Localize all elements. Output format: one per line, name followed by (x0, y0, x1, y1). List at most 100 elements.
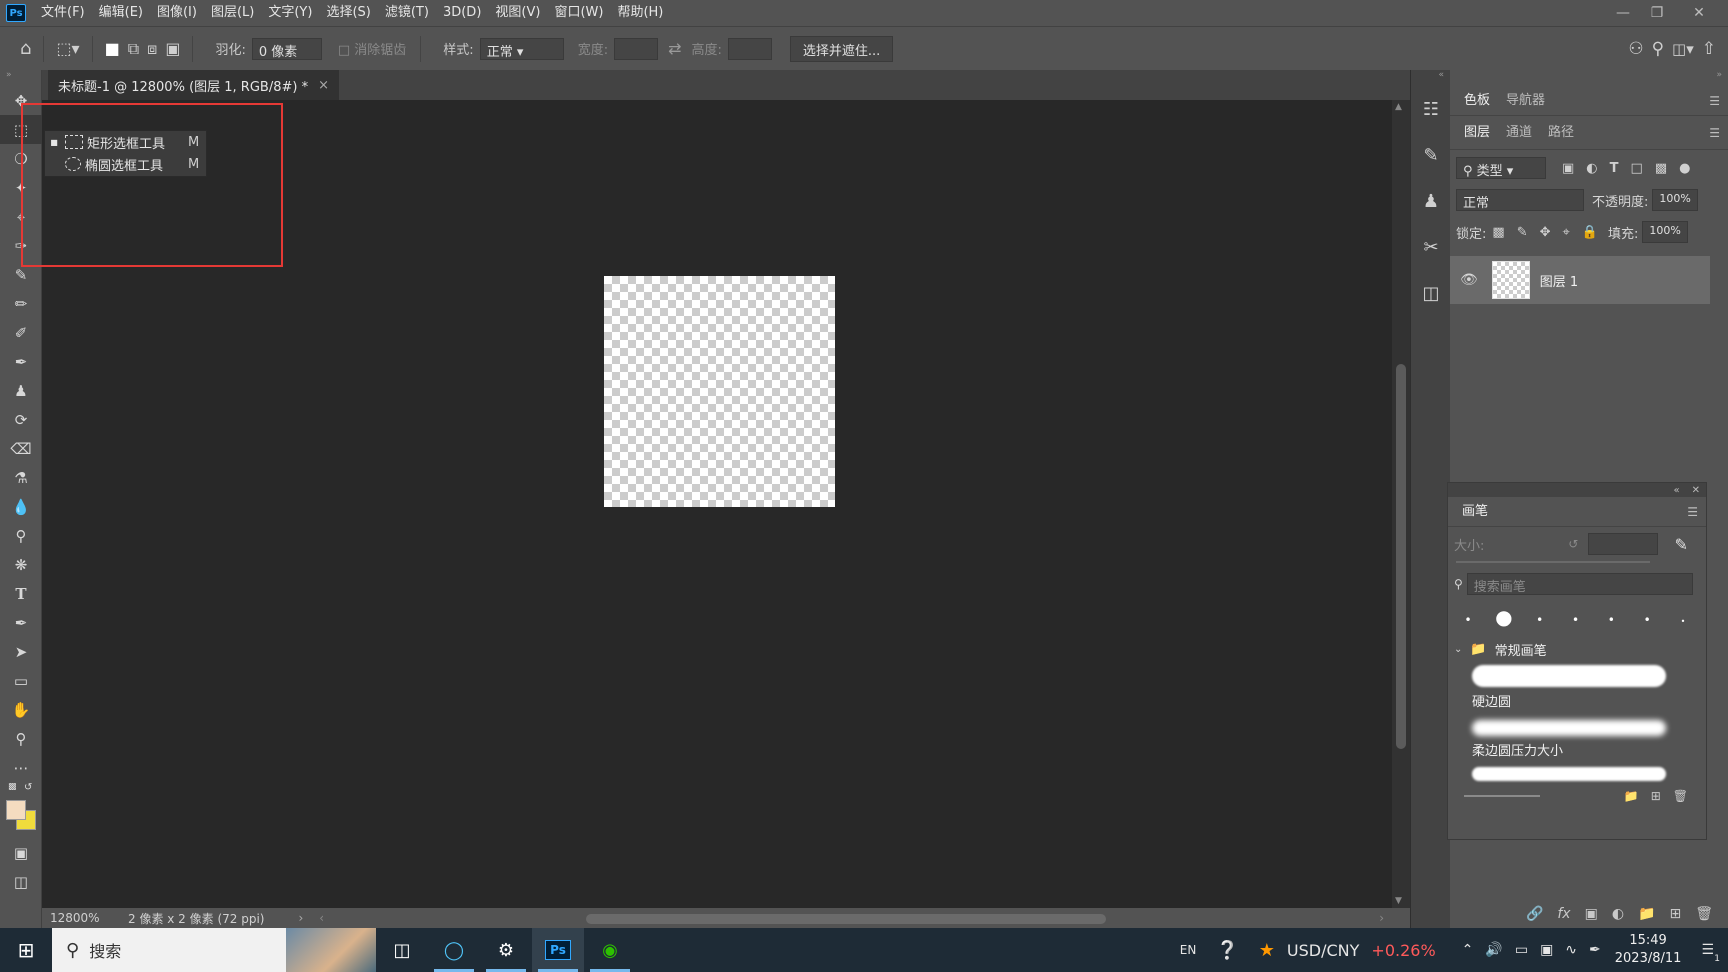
status-arrow-icon[interactable]: › (298, 911, 303, 925)
restore-icon[interactable]: ❐ (1638, 0, 1676, 26)
lock-artboard-icon[interactable]: ⌖ (1563, 225, 1570, 240)
brush-tip-icon[interactable]: • (1634, 606, 1660, 634)
brush-size-slider[interactable] (1456, 561, 1650, 563)
type-tool-icon[interactable]: T (0, 579, 42, 608)
steam-icon[interactable]: ⚙ (480, 928, 532, 972)
add-selection-icon[interactable]: ⧉ (128, 39, 139, 59)
vertical-scroll-thumb[interactable] (1396, 364, 1406, 749)
brush-name[interactable]: 硬边圆 (1472, 691, 1666, 710)
edge-browser-icon[interactable]: ◯ (428, 928, 480, 972)
brush-tip-icon[interactable]: • (1527, 606, 1553, 634)
menu-help[interactable]: 帮助(H) (610, 0, 670, 26)
tab-paths[interactable]: 路径 (1540, 116, 1582, 150)
preview-size-slider[interactable] (1464, 795, 1540, 797)
share-icon[interactable]: ⇧ (1702, 39, 1716, 59)
blur-tool-icon[interactable]: 💧 (0, 492, 42, 521)
layer-filter-select[interactable]: ⚲ 类型 ▾ (1456, 157, 1546, 179)
menu-image[interactable]: 图像(I) (150, 0, 204, 26)
new-selection-icon[interactable]: ■ (105, 39, 120, 58)
layer-row[interactable]: 👁 图层 1 (1450, 256, 1710, 304)
close-window-icon[interactable]: ✕ (1680, 0, 1718, 26)
pixel-filter-icon[interactable]: ▣ (1562, 161, 1574, 176)
subtract-selection-icon[interactable]: ⧈ (147, 39, 157, 59)
dodge-tool-icon[interactable]: ⚲ (0, 521, 42, 550)
photoshop-taskbar-icon[interactable]: Ps (532, 928, 584, 972)
task-view-icon[interactable]: ◫ (376, 928, 428, 972)
shape-filter-icon[interactable]: □ (1631, 161, 1643, 176)
foreground-color-swatch[interactable] (6, 800, 26, 820)
zoom-level[interactable]: 12800% (50, 911, 112, 925)
default-colors-icon[interactable]: ▩ (8, 782, 17, 792)
sponge-tool-icon[interactable]: ❋ (0, 550, 42, 579)
history-brush-tool-icon[interactable]: ✒ (0, 347, 42, 376)
workspace-icon[interactable]: ◫▾ (1672, 40, 1694, 58)
new-group-icon[interactable]: 📁 (1638, 906, 1655, 922)
scroll-left-icon[interactable]: ‹ (319, 911, 324, 925)
opacity-input[interactable]: 100% (1652, 189, 1699, 211)
screen-mode-icon[interactable]: ◫ (0, 867, 42, 896)
horizontal-scroll-thumb[interactable] (586, 914, 1106, 924)
fx-icon[interactable]: fx (1557, 906, 1570, 922)
delete-layer-icon[interactable]: 🗑 (1695, 906, 1713, 922)
close-panel-icon[interactable]: ✕ (1692, 485, 1700, 496)
windows-start-icon[interactable]: ⊞ (0, 928, 52, 972)
collapse-icon[interactable]: « (1673, 485, 1679, 496)
zoom-tool-icon[interactable]: ⚲ (0, 724, 42, 753)
antialias-checkbox-label[interactable]: □ 消除锯齿 (338, 39, 406, 58)
tab-navigator[interactable]: 导航器 (1498, 84, 1553, 118)
chevron-down-icon[interactable]: ⌄ (1454, 644, 1462, 655)
clone-stamp-tool-icon[interactable]: ✐ (0, 318, 42, 347)
new-brush-preset-icon[interactable]: ⊞ (1651, 789, 1661, 803)
menu-window[interactable]: 窗口(W) (547, 0, 610, 26)
menu-file[interactable]: 文件(F) (34, 0, 92, 26)
display-icon[interactable]: ▣ (1540, 942, 1553, 958)
smart-object-filter-icon[interactable]: ▩ (1655, 161, 1667, 176)
blend-mode-select[interactable]: 正常 (1456, 189, 1584, 211)
adjustment-filter-icon[interactable]: ◐ (1586, 161, 1597, 176)
chevron-up-icon[interactable]: ⌃ (1462, 942, 1474, 958)
brush-search-input[interactable]: 搜索画笔 (1466, 573, 1693, 595)
soft-round-stroke-preview[interactable] (1472, 720, 1666, 736)
brush-tip-icon[interactable]: • (1598, 606, 1624, 634)
menu-filter[interactable]: 滤镜(T) (378, 0, 436, 26)
swap-icon[interactable]: ⇄ (668, 39, 681, 58)
brush-settings-panel-icon[interactable]: ✎ (1411, 132, 1451, 178)
link-layers-icon[interactable]: 🔗 (1526, 906, 1543, 922)
stamp-tool-icon[interactable]: ♟ (0, 376, 42, 405)
scroll-right-icon[interactable]: › (1379, 911, 1384, 925)
delete-brush-icon[interactable]: 🗑 (1673, 789, 1688, 803)
battery-icon[interactable]: ▭ (1515, 942, 1528, 958)
intersect-selection-icon[interactable]: ▣ (165, 39, 180, 58)
lock-transparent-icon[interactable]: ▩ (1492, 225, 1504, 240)
add-mask-icon[interactable]: ▣ (1585, 906, 1598, 922)
brush-group-row[interactable]: ⌄ 📁 常规画笔 (1448, 635, 1706, 663)
panel-menu-icon[interactable]: ☰ (1709, 94, 1720, 108)
currency-widget-icon[interactable]: ★ (1259, 940, 1275, 961)
tab-brushes[interactable]: 画笔 (1454, 495, 1496, 529)
rectangle-tool-icon[interactable]: ▭ (0, 666, 42, 695)
tab-channels[interactable]: 通道 (1498, 116, 1540, 150)
history-tool-icon[interactable]: ⟳ (0, 405, 42, 434)
menu-select[interactable]: 选择(S) (319, 0, 377, 26)
system-clock[interactable]: 15:49 2023/8/11 (1615, 932, 1682, 968)
new-brush-icon[interactable]: ✎ (1674, 535, 1687, 554)
brush-tool-icon[interactable]: ✏ (0, 289, 42, 318)
type-filter-icon[interactable]: T (1610, 161, 1619, 176)
vertical-scrollbar[interactable]: ▲ ▼ (1392, 100, 1410, 908)
reset-size-icon[interactable]: ↺ (1568, 537, 1578, 551)
visibility-eye-icon[interactable]: 👁 (1460, 272, 1478, 288)
wifi-icon[interactable]: ∿ (1565, 942, 1577, 958)
new-layer-icon[interactable]: ⊞ (1669, 906, 1681, 922)
new-group-icon[interactable]: 📁 (1624, 789, 1639, 803)
menu-view[interactable]: 视图(V) (488, 0, 547, 26)
lock-all-icon[interactable]: 🔒 (1582, 225, 1598, 240)
currency-change[interactable]: +0.26% (1371, 941, 1435, 960)
clone-source-panel-icon[interactable]: ♟ (1411, 178, 1451, 224)
hand-tool-icon[interactable]: ✋ (0, 695, 42, 724)
menu-3d[interactable]: 3D(D) (436, 0, 488, 26)
style-select[interactable]: 正常 ▾ (479, 37, 564, 60)
brush-tip-icon[interactable]: • (1455, 606, 1481, 634)
select-and-mask-button[interactable]: 选择并遮住... (789, 35, 894, 62)
dock-collapse-icon[interactable]: « (1411, 70, 1450, 86)
input-language[interactable]: EN (1180, 943, 1197, 957)
